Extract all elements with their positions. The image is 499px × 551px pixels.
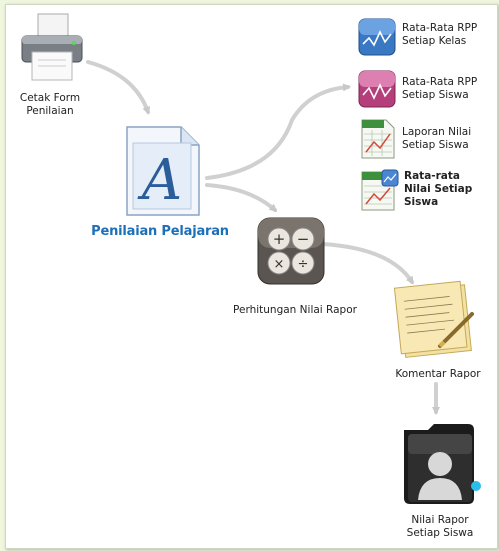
rata-siswa-node[interactable]: Rata-Rata RPP Setiap Siswa: [358, 68, 488, 114]
blue-chart-icon: [358, 18, 396, 56]
cetak-form-node[interactable]: Cetak Form Penilaian: [12, 12, 92, 122]
calculator-icon: + − × ÷: [257, 217, 325, 285]
rata-nilai-label: Rata-rata Nilai Setiap Siswa: [404, 170, 473, 208]
rata-siswa-label: Rata-Rata RPP Setiap Siswa: [402, 76, 478, 101]
penilaian-pelajaran-label: Penilaian Pelajaran: [91, 224, 229, 239]
laporan-nilai-label: Laporan Nilai Setiap Siswa: [402, 126, 472, 151]
notepad-icon: [394, 280, 474, 358]
document-font-icon: A: [126, 126, 200, 216]
nilai-rapor-label: Nilai Rapor Setiap Siswa: [406, 514, 474, 539]
user-folder-icon: [404, 424, 481, 504]
rata-kelas-label: Rata-Rata RPP Setiap Kelas: [402, 22, 478, 47]
svg-text:÷: ÷: [298, 257, 309, 272]
nilai-rapor-node[interactable]: Nilai Rapor Setiap Siswa: [390, 420, 490, 544]
perhitungan-node[interactable]: + − × ÷ Perhitungan Nilai Rapor: [220, 216, 380, 316]
rata-nilai-node[interactable]: Rata-rata Nilai Setiap Siswa: [360, 168, 490, 220]
rata-kelas-node[interactable]: Rata-Rata RPP Setiap Kelas: [358, 16, 488, 62]
komentar-label: Komentar Rapor: [395, 368, 481, 380]
svg-text:A: A: [137, 148, 182, 213]
printer-icon: [21, 13, 83, 81]
perhitungan-label: Perhitungan Nilai Rapor: [233, 304, 357, 316]
arrow-cetak-to-penilaian: [86, 60, 151, 115]
svg-text:+: +: [273, 230, 286, 248]
svg-text:×: ×: [274, 257, 285, 272]
cetak-form-label: Cetak Form Penilaian: [19, 92, 81, 117]
penilaian-pelajaran-node[interactable]: A Penilaian Pelajaran: [85, 125, 235, 255]
svg-text:−: −: [297, 230, 310, 248]
komentar-node[interactable]: Komentar Rapor: [380, 278, 496, 384]
laporan-nilai-node[interactable]: Laporan Nilai Setiap Siswa: [360, 118, 490, 164]
spreadsheet-chart-icon: [361, 169, 399, 211]
spreadsheet-icon: [361, 119, 395, 159]
pink-chart-icon: [358, 70, 396, 108]
